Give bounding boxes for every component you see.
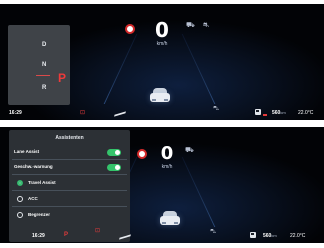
status-bar-bottom: 16:29 P ⊡ ⛍ 560km 22.0°C xyxy=(0,228,324,243)
gear-indicator: P xyxy=(64,232,69,238)
menu-title: Assistenten xyxy=(55,135,84,141)
range-readout: 560km xyxy=(272,110,286,116)
lane-marker-icon xyxy=(119,234,131,240)
status-bar-top: 16:29 ⊡ ⛍ 560km 22.0°C xyxy=(0,106,324,120)
clock: 16:29 xyxy=(32,233,45,239)
menu-divider xyxy=(12,174,127,175)
speed-unit: km/h xyxy=(156,41,168,47)
speed-unit: km/h xyxy=(161,164,173,170)
speed-warning-toggle[interactable] xyxy=(107,164,121,171)
speed-readout: 0 xyxy=(155,18,169,42)
gear-n: N xyxy=(42,62,47,68)
lane-assist-icon: ⛟ xyxy=(186,22,195,29)
car-icon xyxy=(160,211,180,225)
speed-warning-row[interactable]: Geschw.-warnung xyxy=(9,161,130,174)
temperature-readout: 22.0°C xyxy=(298,110,314,116)
speed-warning-label: Geschw.-warnung xyxy=(14,164,53,169)
menu-divider xyxy=(12,190,127,191)
radio-acc[interactable] xyxy=(17,196,23,202)
option-travel-assist[interactable]: Travel Assist xyxy=(9,177,130,190)
fuel-pump-icon xyxy=(250,232,256,238)
car-icon xyxy=(150,88,170,102)
instrument-cluster-screen-bottom: 0 km/h ⛟ Assistenten Lane Assist Geschw.… xyxy=(0,127,324,243)
traffic-sign-icon: ⛍ xyxy=(210,229,217,235)
range-readout: 560km xyxy=(263,233,277,239)
radio-travel-assist[interactable] xyxy=(17,180,23,186)
temperature-readout: 22.0°C xyxy=(290,233,306,239)
gear-active-p: P xyxy=(58,71,67,85)
option-acc[interactable]: ACC xyxy=(9,193,130,206)
traffic-sign-icon: ⛍ xyxy=(213,106,220,112)
warning-red-icon: ⊡ xyxy=(95,228,101,234)
instrument-cluster-screen-top: 0 km/h ⛟ ⛐ D N P R 16:29 ⊡ ⛍ 560km 22.0°… xyxy=(0,4,324,120)
speed-limit-sign-icon xyxy=(125,24,135,34)
gear-marker xyxy=(36,75,50,76)
option-label: Travel Assist xyxy=(28,180,56,185)
radio-begrenzer[interactable] xyxy=(17,212,23,218)
menu-divider xyxy=(12,206,127,207)
option-label: ACC xyxy=(28,196,38,201)
lane-marker-icon xyxy=(114,111,126,117)
speed-readout: 0 xyxy=(160,143,174,164)
gear-r: R xyxy=(42,85,47,91)
lane-assist-toggle[interactable] xyxy=(107,149,121,156)
fuel-pump-icon xyxy=(255,109,261,115)
option-begrenzer[interactable]: Begrenzer xyxy=(9,209,130,222)
screen-divider xyxy=(0,120,324,127)
option-label: Begrenzer xyxy=(28,212,51,217)
fuel-low-indicator xyxy=(263,114,267,116)
assist-menu: Assistenten Lane Assist Geschw.-warnung … xyxy=(9,130,130,242)
driver-assist-icon: ⛐ xyxy=(203,22,210,29)
gear-d: D xyxy=(42,42,47,48)
gear-selector-panel: D N P R xyxy=(8,25,70,105)
speed-limit-sign-icon xyxy=(137,149,147,159)
lane-assist-row[interactable]: Lane Assist xyxy=(9,146,130,159)
lane-assist-icon: ⛟ xyxy=(185,147,194,154)
clock: 16:29 xyxy=(9,110,22,116)
lane-assist-label: Lane Assist xyxy=(14,149,40,154)
menu-divider xyxy=(12,159,127,160)
warning-red-icon: ⊡ xyxy=(80,110,86,116)
